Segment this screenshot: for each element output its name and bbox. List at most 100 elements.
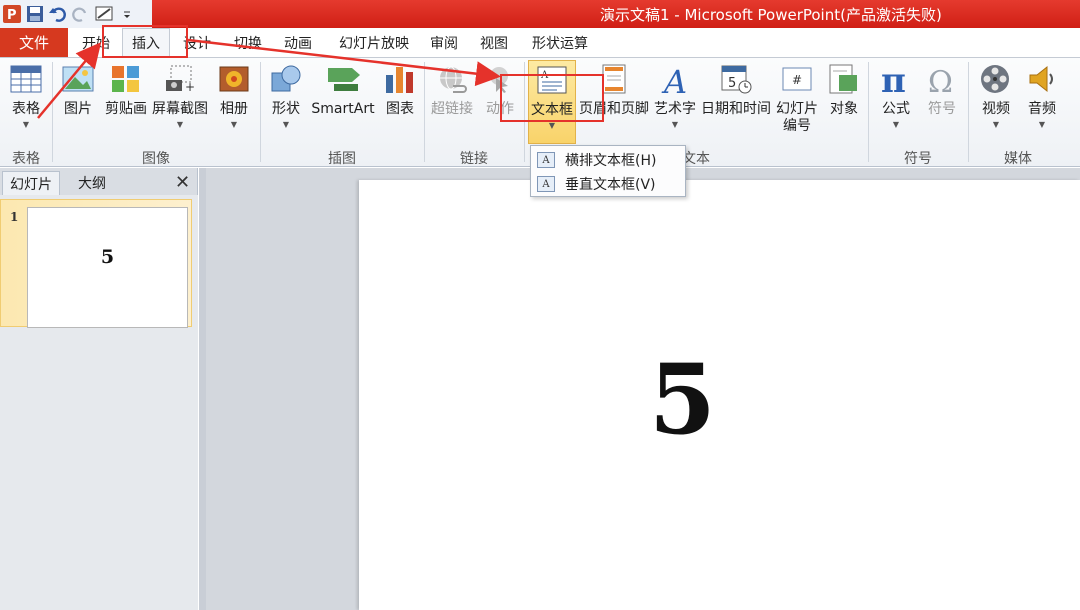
redo-icon[interactable] [71,4,91,24]
object-icon [827,62,861,96]
group-separator [424,62,425,162]
film-reel-icon [979,62,1013,96]
dropdown-arrow-icon: ▼ [671,120,679,129]
group-label-links: 链接 [460,151,488,167]
hyperlink-button[interactable]: 超链接 [428,60,476,144]
action-button[interactable]: 动作 [480,60,520,144]
smartart-icon [326,62,360,96]
horizontal-textbox-icon: A [537,152,555,168]
dropdown-arrow-icon: ▼ [22,120,30,129]
equation-button[interactable]: π 公式 ▼ [874,60,918,144]
tab-animations[interactable]: 动画 [274,28,322,57]
photo-album-button[interactable]: 相册 ▼ [214,60,254,144]
slide-list: 1 5 [0,195,198,610]
video-button[interactable]: 视频 ▼ [974,60,1018,144]
group-separator [52,62,53,162]
slides-panel: 幻灯片 大纲 ✕ 1 5 [0,168,198,610]
group-label-illustrations: 插图 [328,151,356,167]
shapes-button[interactable]: 形状 ▼ [266,60,306,144]
slide-main-text[interactable]: 5 [649,350,716,450]
wordart-button[interactable]: A 艺术字 ▼ [652,60,698,144]
tab-insert[interactable]: 插入 [122,28,170,57]
clipart-button[interactable]: 剪贴画 [102,60,150,144]
picture-icon [61,62,95,96]
svg-text:5: 5 [728,76,736,91]
customize-icon[interactable] [117,4,137,24]
group-separator [868,62,869,162]
picture-button[interactable]: 图片 [58,60,98,144]
tab-home[interactable]: 开始 [72,28,120,57]
slide-thumbnail-item[interactable]: 1 5 [0,199,192,328]
tab-view[interactable]: 视图 [470,28,518,57]
tab-transitions[interactable]: 切换 [224,28,272,57]
dropdown-arrow-icon: ▼ [230,120,238,129]
tab-shape-operations[interactable]: 形状运算 [524,28,596,57]
slide-number-icon: # [780,62,814,96]
wordart-icon: A [658,62,692,96]
group-label-images: 图像 [142,151,170,167]
textbox-dropdown-menu: A 横排文本框(H) A 垂直文本框(V) [530,145,686,197]
powerpoint-logo-icon[interactable]: P [2,4,22,24]
textbox-icon: A [535,63,569,97]
svg-text:Ω: Ω [928,65,953,95]
dropdown-arrow-icon: ▼ [282,120,290,129]
calendar-icon: 5 [719,62,753,96]
group-separator [968,62,969,162]
header-footer-icon [597,62,631,96]
pi-icon: π [879,62,913,96]
svg-text:P: P [7,8,17,23]
tab-review[interactable]: 审阅 [420,28,468,57]
tab-slideshow[interactable]: 幻灯片放映 [330,28,418,57]
photo-album-icon [217,62,251,96]
object-button[interactable]: 对象 [824,60,864,144]
dropdown-arrow-icon: ▼ [548,121,556,130]
smartart-button[interactable]: SmartArt [310,60,376,144]
svg-text:π: π [881,63,906,95]
group-separator [524,62,525,162]
tab-design[interactable]: 设计 [173,28,221,57]
screenshot-button[interactable]: + 屏幕截图 ▼ [150,60,210,144]
action-icon [483,62,517,96]
slide-number: 1 [10,210,19,224]
window-title: 演示文稿1 - Microsoft PowerPoint(产品激活失败) [600,6,942,24]
dropdown-arrow-icon: ▼ [992,120,1000,129]
thumbnail-text: 5 [100,246,115,268]
svg-text:+: + [185,80,195,94]
dropdown-arrow-icon: ▼ [176,120,184,129]
menu-item-vertical-textbox[interactable]: A 垂直文本框(V) [533,172,683,196]
header-footer-button[interactable]: 页眉和页脚 [578,60,650,144]
tab-file[interactable]: 文件 [0,28,68,57]
dropdown-arrow-icon: ▼ [1038,120,1046,129]
slide-canvas[interactable]: 5 [359,180,1080,610]
undo-icon[interactable] [48,4,68,24]
audio-button[interactable]: 音频 ▼ [1020,60,1064,144]
menu-item-horizontal-textbox[interactable]: A 横排文本框(H) [533,148,683,172]
group-label-media: 媒体 [1004,151,1032,167]
table-button[interactable]: 表格 ▼ [4,60,48,144]
clipart-icon [109,62,143,96]
dropdown-arrow-icon: ▼ [892,120,900,129]
omega-icon: Ω [925,62,959,96]
quick-access-toolbar: P [0,0,152,28]
slideshow-icon[interactable] [94,4,114,24]
save-icon[interactable] [25,4,45,24]
tab-slides[interactable]: 幻灯片 [2,171,60,195]
chart-button[interactable]: 图表 [380,60,420,144]
date-time-button[interactable]: 5 日期和时间 [700,60,772,144]
svg-text:A: A [540,70,549,81]
group-label-table: 表格 [12,151,40,167]
svg-text:#: # [792,73,802,87]
chart-icon [383,62,417,96]
close-icon[interactable]: ✕ [175,172,190,193]
symbol-button[interactable]: Ω 符号 [920,60,964,144]
speaker-icon [1025,62,1059,96]
slide-thumbnail[interactable]: 5 [27,207,188,328]
ribbon-tabs: 文件 开始 插入 设计 切换 动画 幻灯片放映 审阅 视图 形状运算 [0,28,1080,57]
panel-splitter[interactable] [199,168,206,610]
slide-number-button[interactable]: # 幻灯片编号 [772,60,822,144]
textbox-button[interactable]: A 文本框 ▼ [528,60,576,144]
vertical-textbox-icon: A [537,176,555,192]
group-separator [260,62,261,162]
tab-outline[interactable]: 大纲 [62,171,122,195]
hyperlink-icon [435,62,469,96]
